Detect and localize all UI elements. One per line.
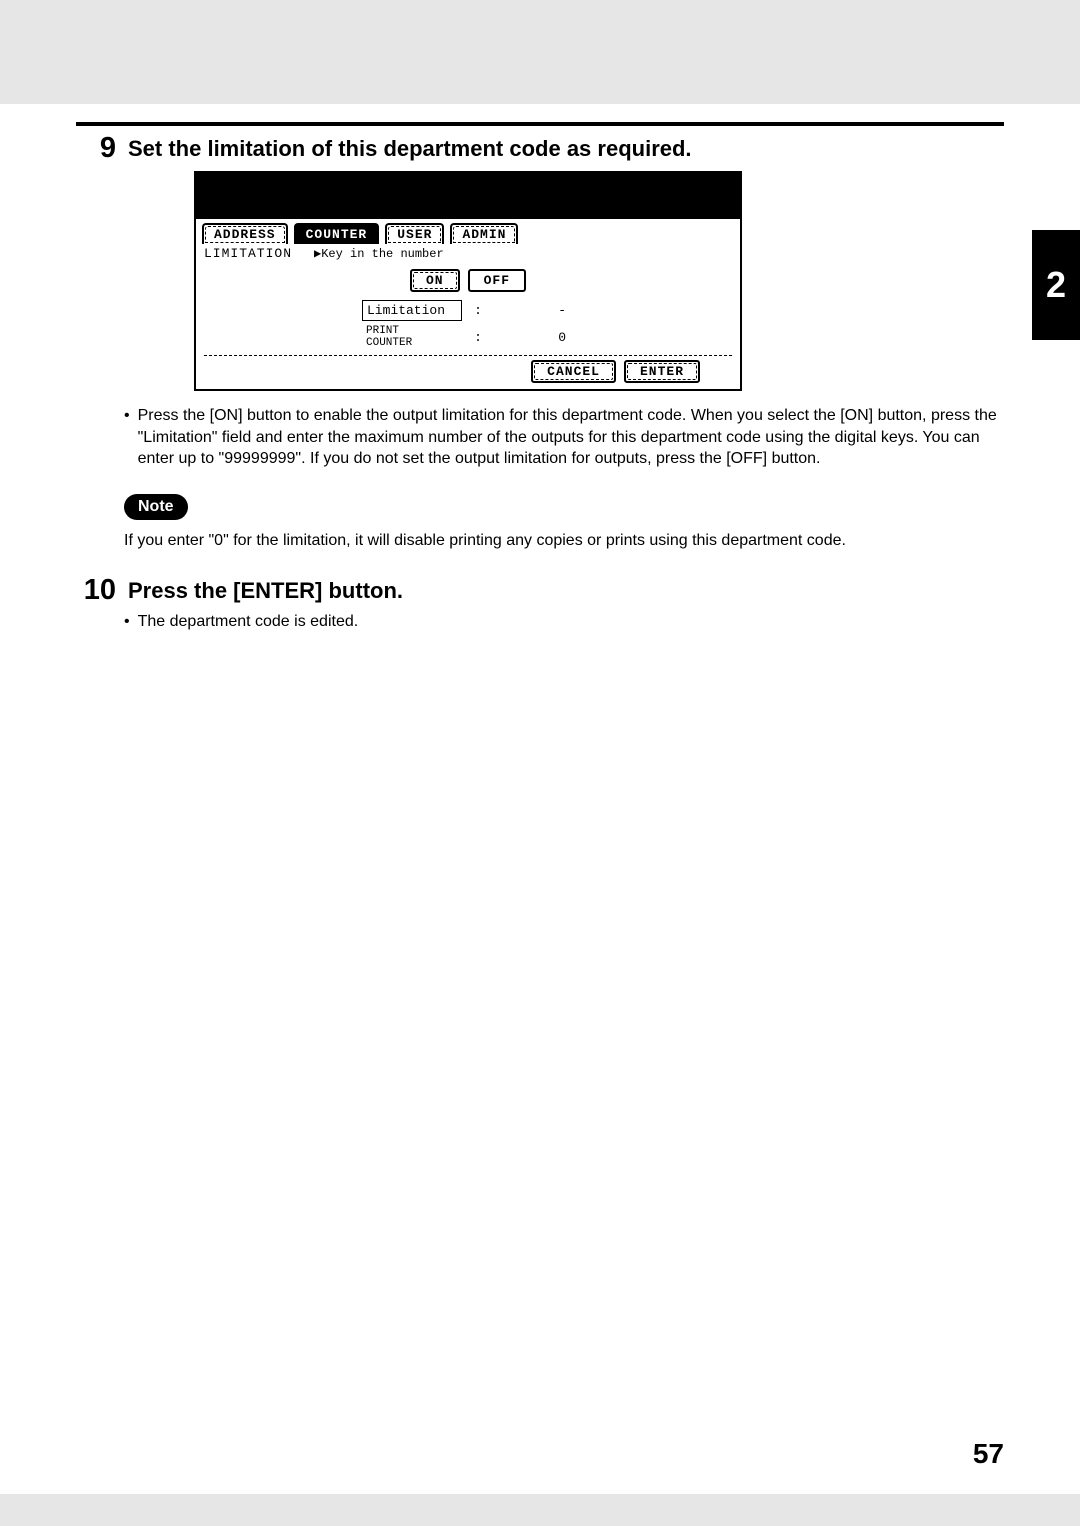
print-label-line2: COUNTER [366, 337, 412, 349]
chapter-side-tab: 2 [1032, 230, 1080, 340]
lcd-limitation-row: Limitation : - [196, 298, 740, 323]
note-badge: Note [124, 494, 188, 520]
limitation-value: - [494, 303, 574, 318]
on-button[interactable]: ON [410, 269, 460, 292]
off-button[interactable]: OFF [468, 269, 526, 292]
page-content: 9 Set the limitation of this department … [76, 122, 1004, 632]
print-counter-value: 0 [494, 330, 574, 345]
print-counter-label: PRINT COUNTER [362, 325, 462, 349]
lcd-printcounter-row: PRINT COUNTER : 0 [196, 323, 740, 351]
lcd-header-black [196, 173, 740, 219]
enter-button[interactable]: ENTER [624, 360, 700, 383]
bottom-gray-band [0, 1494, 1080, 1526]
colon: : [468, 330, 488, 345]
cancel-button[interactable]: CANCEL [531, 360, 616, 383]
note-text: If you enter "0" for the limitation, it … [124, 530, 1004, 552]
step-number: 9 [76, 134, 116, 163]
step10-bullet: • The department code is edited. [124, 611, 1004, 633]
step-10: 10 Press the [ENTER] button. [76, 576, 1004, 605]
lcd-screenshot: ADDRESS COUNTER USER ADMIN LIMITATION ▶K… [194, 171, 1004, 391]
lcd-tabs: ADDRESS COUNTER USER ADMIN [196, 219, 740, 244]
tab-admin[interactable]: ADMIN [450, 223, 518, 244]
lcd-bottom-buttons: CANCEL ENTER [196, 356, 740, 389]
tab-address[interactable]: ADDRESS [202, 223, 288, 244]
lcd-prompt: ▶Key in the number [314, 246, 444, 261]
print-label-line1: PRINT [366, 325, 399, 337]
colon: : [468, 303, 488, 318]
step-9: 9 Set the limitation of this department … [76, 134, 1004, 163]
lcd-prompt-row: LIMITATION ▶Key in the number [196, 244, 740, 263]
top-gray-band [0, 0, 1080, 104]
tab-counter[interactable]: COUNTER [294, 223, 380, 244]
step9-bullet: • Press the [ON] button to enable the ou… [124, 405, 1004, 470]
step-title: Press the [ENTER] button. [128, 576, 403, 605]
lcd-limitation-label: LIMITATION [204, 246, 314, 261]
bullet-mark: • [124, 405, 130, 470]
step9-bullet-text: Press the [ON] button to enable the outp… [138, 405, 1004, 470]
divider-thick [76, 122, 1004, 126]
tab-user[interactable]: USER [385, 223, 444, 244]
step10-bullet-text: The department code is edited. [138, 611, 359, 633]
bullet-mark: • [124, 611, 130, 633]
lcd-on-off-row: ON OFF [196, 263, 740, 298]
lcd-panel: ADDRESS COUNTER USER ADMIN LIMITATION ▶K… [194, 171, 742, 391]
limitation-field[interactable]: Limitation [362, 300, 462, 321]
step-number: 10 [76, 576, 116, 605]
step-title: Set the limitation of this department co… [128, 134, 692, 163]
page-number: 57 [973, 1438, 1004, 1470]
